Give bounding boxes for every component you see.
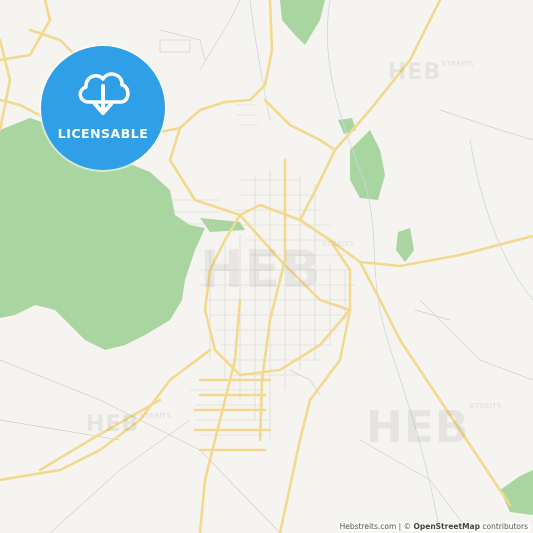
forest-east-small <box>396 228 414 262</box>
forest-east <box>350 130 385 200</box>
attribution-separator: | © <box>396 522 414 531</box>
licensable-badge[interactable]: LICENSABLE <box>41 46 165 170</box>
map-canvas[interactable]: HEBSTREITS HEBSTREITS HEBSTREITS HEBSTRE… <box>0 0 533 533</box>
attribution-suffix: contributors <box>480 522 528 531</box>
road-north <box>168 0 274 217</box>
attribution-site-link[interactable]: Hebstreits.com <box>340 522 397 531</box>
forest-north <box>280 0 325 45</box>
road-south <box>198 298 242 533</box>
road-ring-north <box>263 98 337 152</box>
watermark-text: HEBSTREITS <box>366 402 502 453</box>
watermark-text: HEBSTREITS <box>388 60 474 85</box>
watermark-text: HEBSTREITS <box>200 240 355 300</box>
badge-label: LICENSABLE <box>57 126 149 141</box>
watermark-text: HEBSTREITS <box>86 412 172 437</box>
forest-ne <box>338 118 356 134</box>
road-west-2 <box>0 0 52 62</box>
road-nw <box>0 38 12 132</box>
attribution-osm-link[interactable]: OpenStreetMap <box>413 522 480 531</box>
forest-se <box>500 470 533 515</box>
cloud-download-icon <box>78 72 130 115</box>
road-east-2 <box>358 260 512 507</box>
attribution: Hebstreits.com | © OpenStreetMap contrib… <box>337 522 530 531</box>
